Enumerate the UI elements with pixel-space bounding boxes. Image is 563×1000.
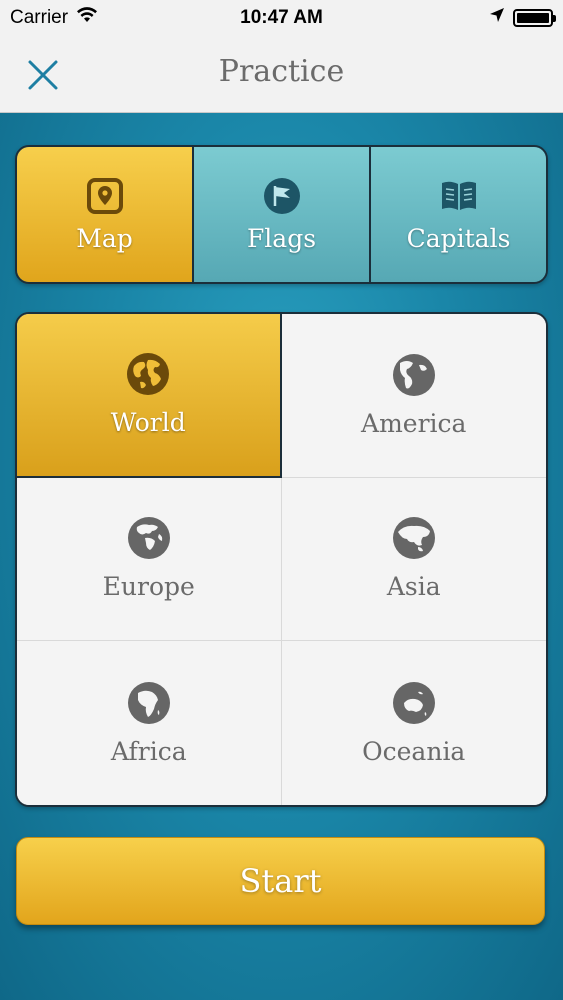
mode-selector: Map Flags Capitals <box>15 145 548 284</box>
region-africa-label: Africa <box>110 736 187 766</box>
globe-icon <box>392 681 435 724</box>
start-label: Start <box>239 862 322 900</box>
globe-icon <box>392 517 435 560</box>
mode-capitals-label: Capitals <box>406 224 511 253</box>
region-america-label: America <box>361 408 467 438</box>
battery-icon <box>513 9 556 27</box>
mode-capitals-button[interactable]: Capitals <box>369 147 546 282</box>
region-africa-button[interactable]: Africa <box>17 641 282 805</box>
region-oceania-label: Oceania <box>362 736 466 766</box>
book-icon <box>439 176 479 216</box>
page-title: Practice <box>218 54 345 89</box>
globe-icon <box>392 353 435 396</box>
mode-map-label: Map <box>76 224 133 253</box>
clock: 10:47 AM <box>240 7 323 28</box>
flag-icon <box>262 176 302 216</box>
globe-icon <box>127 353 170 396</box>
region-america-button[interactable]: America <box>281 314 546 478</box>
region-world-label: World <box>110 408 186 438</box>
globe-icon <box>127 517 170 560</box>
region-grid: World America Europe Asia Africa Oceania <box>15 312 548 807</box>
mode-map-button[interactable]: Map <box>17 147 192 282</box>
region-europe-label: Europe <box>102 572 195 602</box>
region-asia-button[interactable]: Asia <box>281 477 546 642</box>
mode-flags-label: Flags <box>246 224 317 253</box>
start-button[interactable]: Start <box>16 837 545 925</box>
region-asia-label: Asia <box>386 572 441 602</box>
location-arrow-icon <box>489 7 505 29</box>
region-world-button[interactable]: World <box>17 314 282 478</box>
mode-flags-button[interactable]: Flags <box>192 147 369 282</box>
region-oceania-button[interactable]: Oceania <box>281 641 546 805</box>
region-europe-button[interactable]: Europe <box>17 477 282 642</box>
nav-bar: Practice <box>0 36 563 113</box>
status-bar: Carrier 10:47 AM <box>0 0 563 36</box>
globe-icon <box>127 681 170 724</box>
map-pin-icon <box>85 176 125 216</box>
